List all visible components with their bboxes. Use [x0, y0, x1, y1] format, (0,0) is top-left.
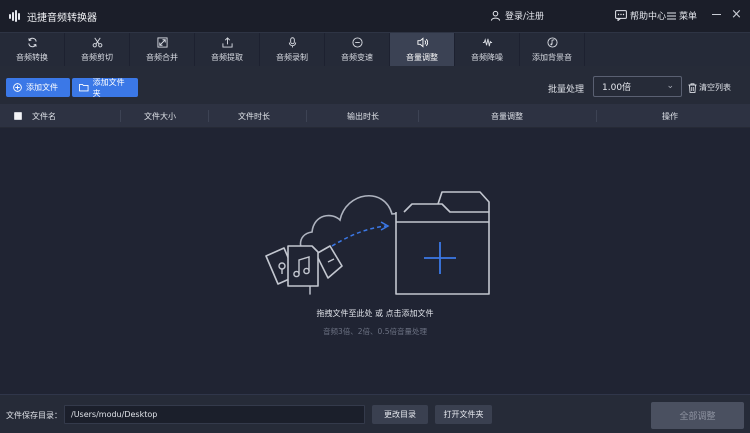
add-file-button[interactable]: 添加文件 — [6, 78, 70, 97]
user-icon — [490, 10, 501, 21]
column-header-duration: 文件时长 — [238, 112, 270, 121]
extract-icon — [221, 37, 233, 48]
column-divider — [208, 110, 209, 122]
drop-files-illustration — [265, 191, 490, 295]
change-directory-button[interactable]: 更改目录 — [372, 405, 428, 424]
hamburger-icon — [667, 12, 676, 19]
tab-label: 音频录制 — [276, 53, 308, 62]
music-icon — [546, 37, 558, 48]
column-header-filename: 文件名 — [32, 112, 56, 121]
add-folder-button[interactable]: 添加文件夹 — [72, 77, 138, 98]
noise-reduction-icon — [482, 38, 492, 47]
menu-button[interactable]: 菜单 — [667, 9, 697, 22]
drop-hint-text: 拖拽文件至此处 或 点击添加文件 — [316, 309, 434, 318]
select-all-checkbox[interactable] — [14, 112, 22, 120]
close-icon[interactable]: × — [731, 8, 742, 21]
column-header-output-duration: 输出时长 — [347, 112, 379, 121]
tab-audio-record[interactable]: 音频录制 — [260, 33, 325, 67]
column-header-actions: 操作 — [662, 112, 678, 121]
microphone-icon — [288, 37, 296, 48]
tab-label: 添加背景音 — [532, 53, 572, 62]
minimize-icon[interactable] — [712, 14, 721, 15]
tab-audio-speed[interactable]: 音频变速 — [325, 33, 390, 67]
column-divider — [120, 110, 121, 122]
tab-audio-merge[interactable]: 音频合并 — [130, 33, 195, 67]
speed-icon — [351, 37, 363, 48]
batch-multiplier-value: 1.00倍 — [602, 83, 632, 93]
plus-circle-icon — [13, 83, 22, 92]
merge-icon — [156, 37, 168, 48]
tab-label: 音频剪切 — [81, 53, 113, 62]
footer-bar: 文件保存目录： /Users/modu/Desktop 更改目录 打开文件夹 全… — [0, 394, 750, 433]
column-header-volume: 音量调整 — [491, 112, 523, 121]
tab-label: 音频转换 — [16, 53, 48, 62]
batch-multiplier-select[interactable]: 1.00倍 ⌄ — [593, 76, 682, 97]
file-drop-zone[interactable]: 拖拽文件至此处 或 点击添加文件 音频3倍、2倍、0.5倍音量处理 — [0, 128, 750, 394]
app-title: 迅捷音频转换器 — [27, 12, 97, 24]
menu-label: 菜单 — [679, 12, 698, 22]
column-divider — [596, 110, 597, 122]
column-divider — [418, 110, 419, 122]
chevron-down-icon: ⌄ — [666, 81, 674, 91]
column-divider — [306, 110, 307, 122]
tab-label: 音频提取 — [211, 53, 243, 62]
function-tabs: 音频转换 音频剪切 音频合并 音频提取 音频录制 音频变速 音量调整 音频降噪 … — [0, 32, 750, 67]
column-header-size: 文件大小 — [144, 112, 176, 121]
tab-label: 音频降噪 — [471, 53, 503, 62]
help-label: 帮助中心 — [630, 12, 667, 22]
toolbar: 添加文件 添加文件夹 批量处理 1.00倍 ⌄ 清空列表 — [0, 66, 750, 104]
add-file-label: 添加文件 — [26, 83, 58, 92]
tab-noise-reduction[interactable]: 音频降噪 — [455, 33, 520, 67]
clear-list-label: 清空列表 — [699, 83, 731, 92]
tab-volume-adjust[interactable]: 音量调整 — [390, 33, 455, 67]
save-directory-input[interactable]: /Users/modu/Desktop — [64, 405, 365, 424]
save-directory-label: 文件保存目录： — [6, 411, 62, 420]
open-folder-button[interactable]: 打开文件夹 — [435, 405, 492, 424]
trash-icon — [688, 82, 697, 93]
tab-label: 音频变速 — [341, 53, 373, 62]
refresh-icon — [27, 37, 37, 48]
chat-icon — [615, 10, 627, 21]
clear-list-button[interactable]: 清空列表 — [688, 82, 731, 93]
volume-icon — [416, 37, 428, 48]
convert-all-button[interactable]: 全部调整 — [651, 402, 744, 429]
tab-audio-convert[interactable]: 音频转换 — [0, 33, 65, 67]
title-bar: 迅捷音频转换器 登录/注册 帮助中心 菜单 × — [0, 0, 750, 32]
file-table-header: 文件名 文件大小 文件时长 输出时长 音量调整 操作 — [0, 104, 750, 128]
batch-process-label: 批量处理 — [548, 85, 585, 95]
tab-audio-extract[interactable]: 音频提取 — [195, 33, 260, 67]
drop-sub-hint-text: 音频3倍、2倍、0.5倍音量处理 — [323, 327, 427, 336]
tab-add-background-music[interactable]: 添加背景音 — [520, 33, 585, 67]
help-center-button[interactable]: 帮助中心 — [615, 9, 666, 22]
login-label: 登录/注册 — [505, 12, 545, 22]
folder-icon — [79, 84, 89, 92]
add-folder-label: 添加文件夹 — [92, 77, 125, 98]
tab-audio-cut[interactable]: 音频剪切 — [65, 33, 130, 67]
scissors-icon — [92, 37, 102, 48]
tab-label: 音频合并 — [146, 53, 178, 62]
login-button[interactable]: 登录/注册 — [490, 9, 544, 22]
app-logo-icon — [9, 10, 20, 22]
tab-label: 音量调整 — [406, 53, 438, 62]
